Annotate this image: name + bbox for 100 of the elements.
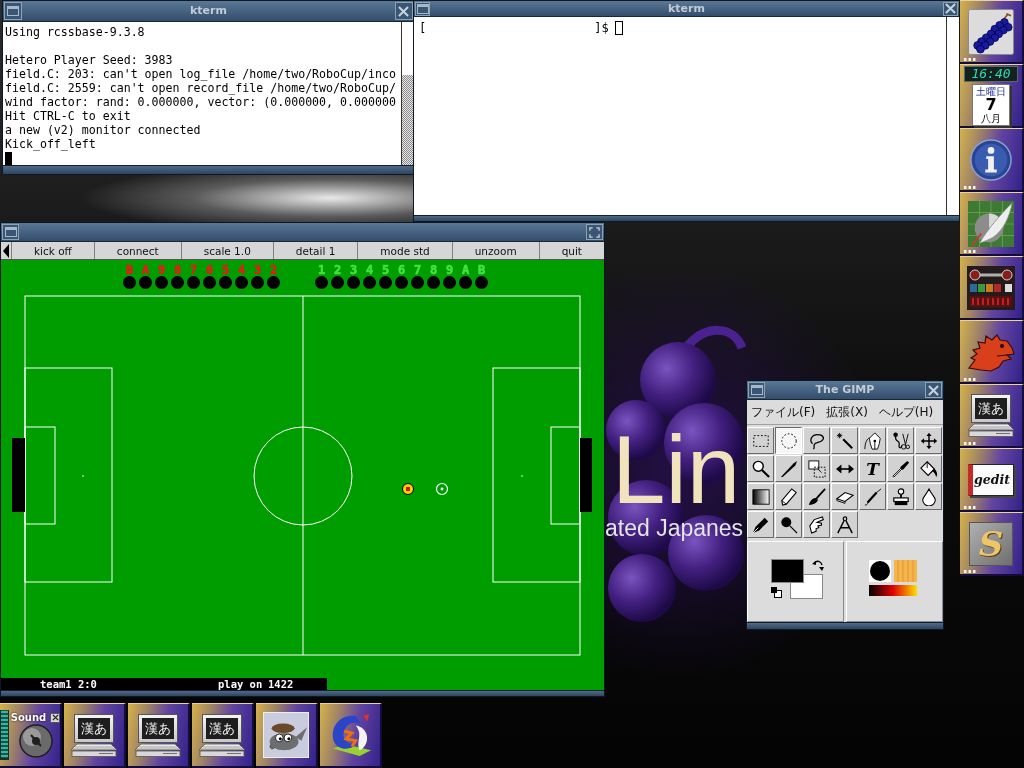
player-disc-icon bbox=[203, 276, 216, 289]
prompt-text: [ bbox=[419, 21, 427, 35]
menu-item[interactable]: ヘルプ(H) bbox=[878, 404, 934, 420]
terminal-line: wind factor: rand: 0.000000, vector: (0.000000, 0.000000 bbox=[5, 95, 396, 109]
score-text: team1 2:0 bbox=[40, 678, 97, 690]
brush-circle-icon[interactable] bbox=[869, 560, 891, 582]
eyedropper-icon bbox=[891, 459, 910, 478]
player-disc-icon bbox=[235, 276, 248, 289]
calendar-day: 7 bbox=[985, 96, 997, 113]
menu-item[interactable]: ファイル(F) bbox=[751, 404, 816, 420]
player-number: 7 bbox=[189, 265, 198, 276]
player-number: A bbox=[461, 265, 470, 276]
screen-label: 漢あ bbox=[975, 398, 1007, 419]
game-time-text: 1422 bbox=[268, 678, 294, 690]
sphere-quill-icon bbox=[968, 200, 1014, 247]
volume-meter-icon bbox=[0, 710, 9, 760]
sound-applet[interactable]: Sound bbox=[0, 703, 62, 768]
launcher-button[interactable] bbox=[960, 320, 1024, 384]
player-number: 2 bbox=[333, 265, 342, 276]
player-number: B bbox=[125, 265, 134, 276]
taskbar-button[interactable]: 漢あ bbox=[128, 703, 190, 768]
window-icon bbox=[416, 3, 429, 14]
close-icon bbox=[51, 714, 59, 721]
window-menu-button[interactable] bbox=[2, 224, 19, 240]
window-icon bbox=[750, 385, 763, 395]
taskbar-button[interactable]: 漢あ bbox=[64, 703, 126, 768]
launcher-button[interactable] bbox=[960, 192, 1024, 256]
close-icon bbox=[945, 3, 956, 14]
player-disc-icon bbox=[171, 276, 184, 289]
player-disc-icon bbox=[443, 276, 456, 289]
player-number: 5 bbox=[221, 265, 230, 276]
player-disc-icon bbox=[315, 276, 328, 289]
expand-corners-icon bbox=[589, 226, 600, 238]
gradient-swatch[interactable] bbox=[869, 585, 917, 596]
paint-bucket-icon bbox=[919, 459, 938, 478]
calendar-weekday: 土曜日 bbox=[976, 85, 1006, 97]
player-disc-icon bbox=[459, 276, 472, 289]
wood-pattern-swatch[interactable] bbox=[894, 560, 917, 582]
default-colors-icon[interactable] bbox=[771, 587, 782, 598]
screen-label: 漢あ bbox=[206, 717, 238, 739]
window-icon bbox=[4, 227, 17, 237]
scroll-left-icon[interactable] bbox=[3, 243, 9, 258]
player-number: 3 bbox=[253, 265, 262, 276]
taskbar-button[interactable]: 漢あ bbox=[192, 703, 254, 768]
ball-icon bbox=[435, 482, 449, 496]
launcher-button[interactable] bbox=[960, 0, 1024, 64]
swap-arrows-icon[interactable] bbox=[812, 559, 824, 572]
launcher-button[interactable] bbox=[960, 256, 1024, 320]
player-disc-icon bbox=[187, 276, 200, 289]
computer-base-icon bbox=[135, 742, 181, 757]
window-icon bbox=[7, 6, 19, 16]
terminal-line: Hit CTRL-C to exit bbox=[5, 109, 131, 123]
launcher-button[interactable]: 漢あ bbox=[960, 384, 1024, 448]
window-title: The GIMP bbox=[815, 384, 875, 396]
editor-logo: gedit bbox=[968, 463, 1014, 496]
grapes-icon bbox=[968, 8, 1014, 55]
player-number: 9 bbox=[157, 265, 166, 276]
active-colors-icon[interactable] bbox=[771, 559, 823, 599]
paintbrush-icon bbox=[807, 487, 826, 506]
player-number: 7 bbox=[413, 265, 422, 276]
player-disc-icon bbox=[411, 276, 424, 289]
taskbar-button[interactable] bbox=[320, 703, 382, 768]
pencil-icon bbox=[779, 487, 798, 506]
menu-item[interactable]: 拡張(X) bbox=[826, 404, 868, 420]
player-disc-icon bbox=[267, 276, 280, 289]
lollipop-icon bbox=[779, 515, 798, 534]
player-disc-icon bbox=[363, 276, 376, 289]
ellipse-select-icon bbox=[779, 431, 798, 450]
terminal-line: Kick_off_left bbox=[5, 137, 96, 151]
scrollbar-thumb[interactable] bbox=[402, 74, 414, 165]
player-disc-icon bbox=[155, 276, 168, 289]
info-icon bbox=[970, 138, 1012, 181]
window-menu-button[interactable] bbox=[415, 1, 430, 16]
window-menu-button[interactable] bbox=[4, 2, 22, 20]
applet-label: Sound bbox=[10, 712, 47, 723]
player-disc-icon bbox=[395, 276, 408, 289]
window-title: kterm bbox=[668, 2, 705, 15]
terminal-line: Hetero Player Seed: 3983 bbox=[5, 53, 173, 67]
prompt-text: ]$ bbox=[594, 21, 609, 35]
move-arrows-icon bbox=[919, 431, 938, 450]
launcher-button[interactable] bbox=[960, 128, 1024, 192]
terminal-line: field.C: 203: can't open log_file /home/two/RoboCup/inco bbox=[5, 67, 396, 81]
player-number: 4 bbox=[237, 265, 246, 276]
screen-label: 漢あ bbox=[142, 717, 174, 739]
close-button[interactable] bbox=[50, 712, 61, 723]
screen-label: 漢あ bbox=[78, 717, 110, 739]
ink-pen-icon bbox=[751, 515, 770, 534]
compass-icon bbox=[835, 515, 854, 534]
taskbar-button[interactable] bbox=[256, 703, 318, 768]
launcher-button[interactable]: gedit bbox=[960, 448, 1024, 512]
tool-button[interactable]: T bbox=[859, 455, 886, 482]
wallpaper-logo-text: Lin bbox=[612, 422, 741, 518]
player-number: 8 bbox=[173, 265, 182, 276]
lasso-icon bbox=[807, 431, 826, 450]
player-disc-icon bbox=[331, 276, 344, 289]
maximize-button[interactable] bbox=[586, 224, 603, 240]
player-disc-icon bbox=[139, 276, 152, 289]
player-number: 2 bbox=[269, 265, 278, 276]
window-menu-button[interactable] bbox=[748, 382, 765, 398]
gradient-icon bbox=[751, 487, 770, 506]
